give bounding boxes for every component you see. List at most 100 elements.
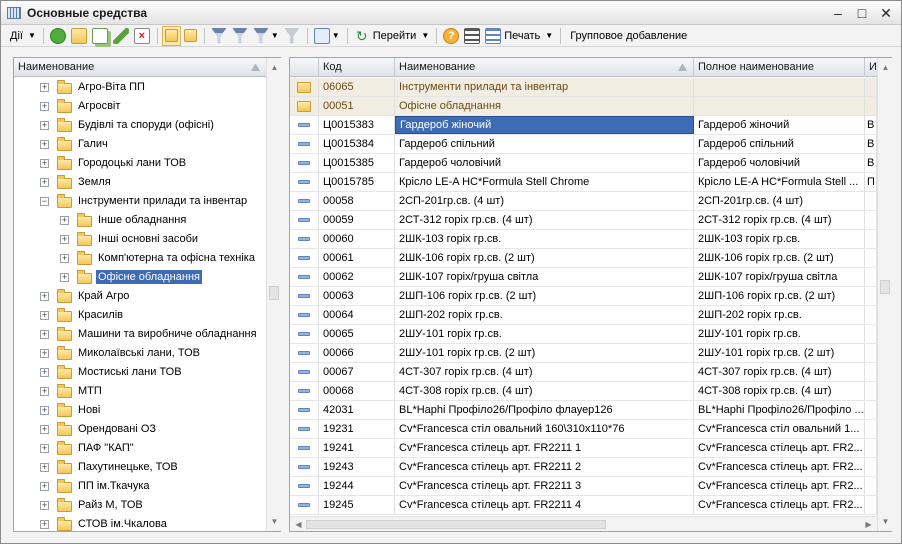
expand-icon[interactable]: + <box>60 273 69 282</box>
filter-dropdown-button[interactable]: ▼ <box>251 26 281 46</box>
grid-scroll-thumb[interactable] <box>880 280 890 294</box>
extra-cell[interactable] <box>865 325 877 343</box>
level-up-button[interactable] <box>182 26 199 46</box>
table-row[interactable]: 00063 2ШП-106 горіх гр.св. (2 шт) 2ШП-106 … <box>290 287 877 306</box>
full-name-cell[interactable]: Крісло LE-A HC*Formula Stell ... <box>694 173 865 191</box>
code-cell[interactable]: 42031 <box>319 401 395 419</box>
tree-item[interactable]: + Комп'ютерна та офісна техніка <box>14 249 266 268</box>
tree-item[interactable]: + Городоцькі лани ТОВ <box>14 154 266 173</box>
name-cell[interactable]: 2ШК-106 горіх гр.св. (2 шт) <box>395 249 694 267</box>
expand-icon[interactable]: + <box>40 406 49 415</box>
full-name-cell[interactable]: 4СТ-308 горіх гр.св. (4 шт) <box>694 382 865 400</box>
extra-cell[interactable] <box>865 382 877 400</box>
name-cell[interactable]: Крісло LE-A HC*Formula Stell Chrome <box>395 173 694 191</box>
extra-cell[interactable] <box>865 287 877 305</box>
extra-cell[interactable] <box>865 401 877 419</box>
expand-icon[interactable]: + <box>40 140 49 149</box>
refresh-goto-button[interactable]: ↻ Перейти ▼ <box>352 26 432 46</box>
print-button[interactable]: Печать ▼ <box>483 26 555 46</box>
code-cell[interactable]: 00051 <box>319 97 395 115</box>
code-cell[interactable]: 19245 <box>319 496 395 514</box>
name-cell[interactable]: 2СТ-312 горіх гр.св. (4 шт) <box>395 211 694 229</box>
tree-item[interactable]: + Красилів <box>14 306 266 325</box>
edit-button[interactable] <box>111 26 131 46</box>
table-row[interactable]: 19244 Cv*Francesca стілець арт. FR2211 3C… <box>290 477 877 496</box>
name-cell[interactable]: Cv*Francesca стілець арт. FR2211 3 <box>395 477 694 495</box>
code-cell[interactable]: 00066 <box>319 344 395 362</box>
expand-icon[interactable]: + <box>40 292 49 301</box>
tree-item[interactable]: + Пахутинецьке, ТОВ <box>14 458 266 477</box>
filter-select-button[interactable] <box>230 26 250 46</box>
name-cell[interactable]: 2СП-201гр.св. (4 шт) <box>395 192 694 210</box>
actions-menu-button[interactable]: Дії ▼ <box>5 26 38 46</box>
extra-cell[interactable] <box>865 363 877 381</box>
tree-item[interactable]: + Агро-Віта ПП <box>14 78 266 97</box>
add-button[interactable] <box>48 26 68 46</box>
expand-icon[interactable]: + <box>40 482 49 491</box>
extra-cell[interactable]: В <box>865 135 877 153</box>
extra-cell[interactable]: В <box>865 154 877 172</box>
full-name-cell[interactable]: BL*Наphi Профіло26/Профіло ... <box>694 401 865 419</box>
full-name-cell[interactable]: Cv*Francesca стіл овальний 1... <box>694 420 865 438</box>
grid-header-extra[interactable]: И <box>865 58 877 77</box>
scroll-right-icon[interactable]: ▶ <box>861 517 876 532</box>
filter-button[interactable] <box>209 26 229 46</box>
collapse-icon[interactable]: − <box>40 197 49 206</box>
name-cell[interactable]: Cv*Francesca стілець арт. FR2211 2 <box>395 458 694 476</box>
name-cell[interactable]: 2ШП-106 горіх гр.св. (2 шт) <box>395 287 694 305</box>
expand-icon[interactable]: + <box>40 311 49 320</box>
extra-cell[interactable] <box>865 230 877 248</box>
table-row[interactable]: 00064 2ШП-202 горіх гр.св. 2ШП-202 горіх г… <box>290 306 877 325</box>
tree-item[interactable]: + Земля <box>14 173 266 192</box>
expand-icon[interactable]: + <box>40 368 49 377</box>
full-name-cell[interactable] <box>694 78 865 96</box>
expand-icon[interactable]: + <box>40 463 49 472</box>
extra-cell[interactable] <box>865 97 877 115</box>
full-name-cell[interactable] <box>694 97 865 115</box>
extra-cell[interactable]: П <box>865 173 877 191</box>
code-cell[interactable]: 00068 <box>319 382 395 400</box>
full-name-cell[interactable]: 2ШК-107 горіх/груша світла <box>694 268 865 286</box>
name-cell[interactable]: Cv*Francesca стілець арт. FR2211 1 <box>395 439 694 457</box>
tree-item[interactable]: + Мостиські лани ТОВ <box>14 363 266 382</box>
scroll-left-icon[interactable]: ◀ <box>291 517 306 532</box>
full-name-cell[interactable]: 2ШП-202 горіх гр.св. <box>694 306 865 324</box>
table-row[interactable]: 00066 2ШУ-101 горіх гр.св. (2 шт) 2ШУ-101 … <box>290 344 877 363</box>
name-cell[interactable]: Офісне обладнання <box>395 97 694 115</box>
code-cell[interactable]: 00062 <box>319 268 395 286</box>
code-cell[interactable]: 19241 <box>319 439 395 457</box>
name-cell[interactable]: 2ШК-103 горіх гр.св. <box>395 230 694 248</box>
name-cell[interactable]: 4СТ-308 горіх гр.св. (4 шт) <box>395 382 694 400</box>
name-cell[interactable]: 4СТ-307 горіх гр.св. (4 шт) <box>395 363 694 381</box>
code-cell[interactable]: 00064 <box>319 306 395 324</box>
full-name-cell[interactable]: 2СП-201гр.св. (4 шт) <box>694 192 865 210</box>
tree-item[interactable]: + Інше обладнання <box>14 211 266 230</box>
tree-item[interactable]: + Райз М, ТОВ <box>14 496 266 515</box>
filter-clear-button[interactable] <box>282 26 302 46</box>
tree-item[interactable]: + Орендовані ОЗ <box>14 420 266 439</box>
scroll-up-icon[interactable]: ▲ <box>878 60 893 75</box>
code-cell[interactable]: 00060 <box>319 230 395 248</box>
expand-icon[interactable]: + <box>40 520 49 529</box>
name-cell[interactable]: Гардероб чоловічий <box>395 154 694 172</box>
tree-item[interactable]: + ПП ім.Ткачука <box>14 477 266 496</box>
table-row[interactable]: Ц0015383 Гардероб жіночий Гардероб жіночий… <box>290 116 877 135</box>
grid-header-name[interactable]: Наименование <box>395 57 694 77</box>
table-row[interactable]: 19241 Cv*Francesca стілець арт. FR2211 1C… <box>290 439 877 458</box>
tree-item[interactable]: + Галич <box>14 135 266 154</box>
minimize-icon[interactable]: – <box>829 4 847 22</box>
tree-item[interactable]: + Миколаївські лани, ТОВ <box>14 344 266 363</box>
group-add-button[interactable]: Групповое добавление <box>565 26 692 46</box>
full-name-cell[interactable]: Гардероб жіночий <box>694 116 865 134</box>
tree-item[interactable]: + ПАФ "КАП" <box>14 439 266 458</box>
table-row[interactable]: Ц0015384 Гардероб спільний Гардероб спільн… <box>290 135 877 154</box>
code-cell[interactable]: 19243 <box>319 458 395 476</box>
full-name-cell[interactable]: 2ШК-103 горіх гр.св. <box>694 230 865 248</box>
tree-item[interactable]: + МТП <box>14 382 266 401</box>
name-cell[interactable]: 2ШУ-101 горіх гр.св. <box>395 325 694 343</box>
extra-cell[interactable] <box>865 439 877 457</box>
full-name-cell[interactable]: 2ШУ-101 горіх гр.св. (2 шт) <box>694 344 865 362</box>
extra-cell[interactable] <box>865 420 877 438</box>
expand-icon[interactable]: + <box>40 425 49 434</box>
extra-cell[interactable] <box>865 249 877 267</box>
